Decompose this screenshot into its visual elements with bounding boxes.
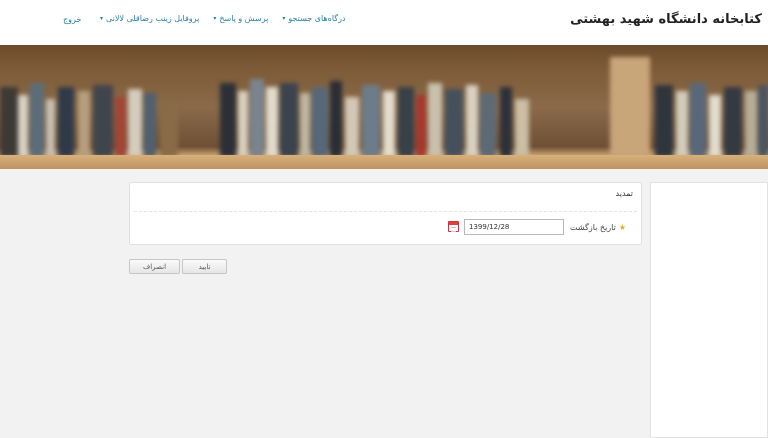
nav-search-portals[interactable]: درگاه‌های جستجو ▾ bbox=[282, 14, 345, 23]
shelf-edge bbox=[0, 155, 768, 169]
panel-title: تمدید bbox=[615, 189, 633, 198]
confirm-button[interactable]: تایید bbox=[182, 259, 227, 274]
logout-link[interactable]: خروج bbox=[63, 15, 81, 24]
return-date-label-text: تاریخ بازگشت bbox=[570, 223, 616, 232]
chevron-down-icon: ▾ bbox=[100, 15, 104, 22]
header-banner-image bbox=[0, 45, 768, 169]
nav-qa-label: پرسش و پاسخ bbox=[219, 14, 269, 23]
calendar-icon[interactable] bbox=[448, 221, 459, 232]
nav-qa[interactable]: پرسش و پاسخ ▾ bbox=[213, 14, 268, 23]
divider bbox=[134, 211, 637, 212]
chevron-down-icon: ▾ bbox=[282, 15, 286, 22]
star-icon: ★ bbox=[618, 223, 626, 232]
sidebar-panel bbox=[650, 182, 768, 438]
nav-profile[interactable]: پروفایل زینب رضاقلی لالانی ▾ bbox=[100, 14, 199, 23]
nav-profile-label: پروفایل زینب رضاقلی لالانی bbox=[106, 14, 200, 23]
return-date-label: ★ تاریخ بازگشت bbox=[570, 223, 626, 232]
main-nav: درگاه‌های جستجو ▾ پرسش و پاسخ ▾ پروفایل … bbox=[100, 14, 346, 23]
site-title[interactable]: کتابخانه دانشگاه شهید بهشتی bbox=[570, 12, 762, 27]
return-date-input[interactable] bbox=[464, 219, 564, 235]
nav-search-portals-label: درگاه‌های جستجو bbox=[288, 14, 346, 23]
bookshelf-graphic bbox=[0, 45, 768, 157]
chevron-down-icon: ▾ bbox=[213, 15, 217, 22]
cancel-button[interactable]: انصراف bbox=[129, 259, 180, 274]
top-bar: کتابخانه دانشگاه شهید بهشتی درگاه‌های جس… bbox=[0, 0, 768, 45]
renewal-panel: تمدید ★ تاریخ بازگشت bbox=[129, 182, 642, 245]
